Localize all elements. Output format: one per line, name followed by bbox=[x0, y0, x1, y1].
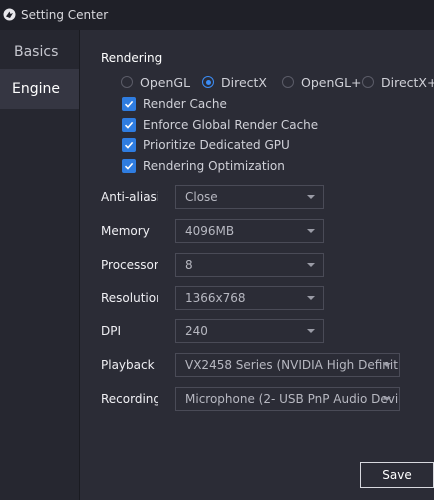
chevron-down-icon bbox=[307, 229, 315, 233]
select-value: 8 bbox=[185, 258, 193, 272]
resolution-select[interactable]: 1366x768 bbox=[175, 286, 324, 310]
chevron-down-icon bbox=[307, 263, 315, 267]
checkbox-label: Enforce Global Render Cache bbox=[143, 118, 319, 132]
checkbox-label: Rendering Optimization bbox=[143, 159, 285, 173]
save-button[interactable]: Save bbox=[360, 462, 434, 488]
select-value: 1366x768 bbox=[185, 291, 246, 305]
app-logo-icon bbox=[3, 8, 16, 21]
checkbox-indicator bbox=[122, 97, 136, 111]
chevron-down-icon bbox=[307, 195, 315, 199]
select-value: Microphone (2- USB PnP Audio Device) bbox=[185, 392, 400, 406]
memory-select[interactable]: 4096MB bbox=[175, 219, 324, 243]
radio-label: OpenGL+ bbox=[301, 74, 362, 90]
radio-opengl[interactable]: OpenGL bbox=[121, 73, 190, 91]
radio-indicator bbox=[202, 76, 214, 88]
playback-select[interactable]: VX2458 Series (NVIDIA High Definition Au… bbox=[175, 353, 400, 377]
checkbox-prioritize-dedicated-gpu[interactable]: Prioritize Dedicated GPU bbox=[122, 137, 290, 153]
checkbox-enforce-global-render-cache[interactable]: Enforce Global Render Cache bbox=[122, 117, 318, 133]
sidebar-item-basics[interactable]: Basics bbox=[0, 32, 79, 72]
recording-select[interactable]: Microphone (2- USB PnP Audio Device) bbox=[175, 387, 400, 411]
rendering-mode-group: OpenGL DirectX OpenGL+ DirectX+ bbox=[121, 73, 434, 91]
playback-label: Playback bbox=[101, 358, 155, 372]
recording-label: Recording bbox=[101, 392, 158, 406]
chevron-down-icon bbox=[307, 329, 315, 333]
processor-select[interactable]: 8 bbox=[175, 253, 324, 277]
window-title: Setting Center bbox=[21, 8, 109, 22]
memory-label: Memory bbox=[101, 224, 150, 238]
dpi-select[interactable]: 240 bbox=[175, 319, 324, 343]
radio-label: OpenGL bbox=[140, 74, 191, 90]
radio-opengl-plus[interactable]: OpenGL+ bbox=[282, 73, 362, 91]
checkbox-label: Render Cache bbox=[143, 97, 227, 111]
sidebar: Basics Engine bbox=[0, 30, 80, 500]
checkbox-indicator bbox=[122, 138, 136, 152]
radio-directx[interactable]: DirectX bbox=[202, 73, 267, 91]
radio-label: DirectX+ bbox=[381, 74, 434, 90]
radio-indicator bbox=[362, 76, 374, 88]
title-bar: Setting Center bbox=[0, 0, 434, 30]
checkmark-icon bbox=[124, 141, 134, 149]
radio-label: DirectX bbox=[221, 74, 267, 90]
radio-indicator bbox=[282, 76, 294, 88]
resolution-label: Resolution bbox=[101, 291, 158, 305]
chevron-down-icon bbox=[383, 363, 391, 367]
antialiasing-select[interactable]: Close bbox=[175, 185, 324, 209]
checkbox-indicator bbox=[122, 159, 136, 173]
select-value: 4096MB bbox=[185, 224, 235, 238]
radio-directx-plus[interactable]: DirectX+ bbox=[362, 73, 434, 91]
select-value: Close bbox=[185, 190, 218, 204]
checkbox-render-cache[interactable]: Render Cache bbox=[122, 96, 227, 112]
checkmark-icon bbox=[124, 121, 134, 129]
select-value: 240 bbox=[185, 324, 208, 338]
radio-indicator bbox=[121, 76, 133, 88]
sidebar-item-engine[interactable]: Engine bbox=[0, 69, 79, 109]
processor-label: Processor bbox=[101, 258, 158, 272]
chevron-down-icon bbox=[383, 397, 391, 401]
checkmark-icon bbox=[124, 162, 134, 170]
checkbox-rendering-optimization[interactable]: Rendering Optimization bbox=[122, 158, 285, 174]
rendering-section-title: Rendering bbox=[101, 51, 163, 65]
checkbox-label: Prioritize Dedicated GPU bbox=[143, 138, 290, 152]
checkbox-indicator bbox=[122, 118, 136, 132]
chevron-down-icon bbox=[307, 296, 315, 300]
dpi-label: DPI bbox=[101, 324, 122, 338]
checkmark-icon bbox=[124, 100, 134, 108]
select-value: VX2458 Series (NVIDIA High Definition Au… bbox=[185, 358, 399, 372]
antialiasing-label: Anti-aliasing bbox=[101, 190, 158, 204]
